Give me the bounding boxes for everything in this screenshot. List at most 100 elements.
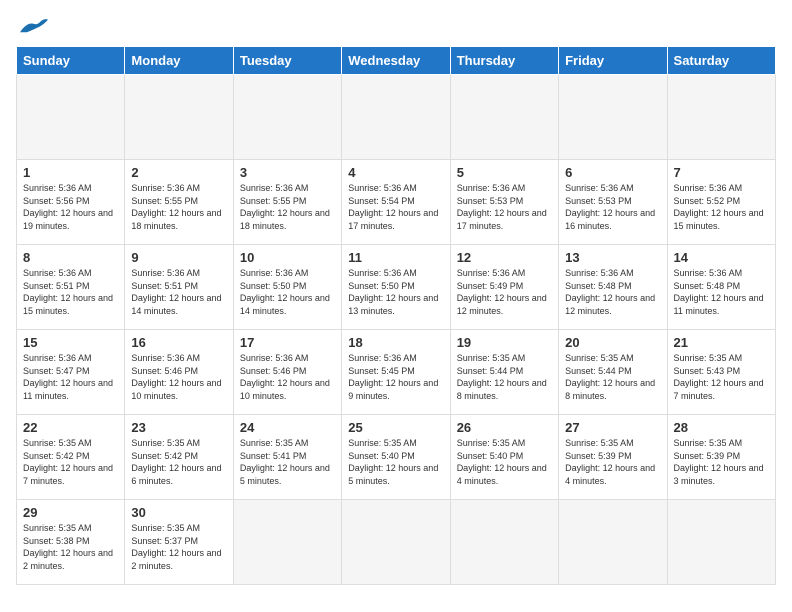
day-number: 20: [565, 335, 660, 350]
day-sun-info: Sunrise: 5:36 AMSunset: 5:54 PMDaylight:…: [348, 182, 443, 232]
day-number: 14: [674, 250, 769, 265]
day-sun-info: Sunrise: 5:36 AMSunset: 5:46 PMDaylight:…: [131, 352, 226, 402]
calendar-week-row: 8 Sunrise: 5:36 AMSunset: 5:51 PMDaylight…: [17, 245, 776, 330]
calendar-day-cell: [125, 75, 233, 160]
day-number: 19: [457, 335, 552, 350]
calendar-day-cell: 9Sunrise: 5:36 AMSunset: 5:51 PMDaylight…: [125, 245, 233, 330]
day-number: 29: [23, 505, 118, 520]
calendar-day-cell: [233, 75, 341, 160]
day-number: 30: [131, 505, 226, 520]
calendar-day-cell: [667, 75, 775, 160]
day-number: 3: [240, 165, 335, 180]
day-sun-info: Sunrise: 5:36 AMSunset: 5:53 PMDaylight:…: [565, 182, 660, 232]
calendar-day-cell: 20 Sunrise: 5:35 AMSunset: 5:44 PMDayligh…: [559, 330, 667, 415]
day-sun-info: Sunrise: 5:36 AMSunset: 5:52 PMDaylight:…: [674, 182, 769, 232]
day-sun-info: Sunrise: 5:36 AMSunset: 5:51 PMDaylight:…: [131, 267, 226, 317]
calendar-header-row: SundayMondayTuesdayWednesdayThursdayFrid…: [17, 47, 776, 75]
day-number: 18: [348, 335, 443, 350]
day-sun-info: Sunrise: 5:35 AMSunset: 5:39 PMDaylight:…: [674, 437, 769, 487]
calendar-day-cell: [450, 75, 558, 160]
calendar-day-cell: [559, 500, 667, 585]
day-number: 13: [565, 250, 660, 265]
day-number: 16: [131, 335, 226, 350]
calendar-day-cell: 10 Sunrise: 5:36 AMSunset: 5:50 PMDayligh…: [233, 245, 341, 330]
calendar-table: SundayMondayTuesdayWednesdayThursdayFrid…: [16, 46, 776, 585]
calendar-day-cell: [559, 75, 667, 160]
day-sun-info: Sunrise: 5:35 AMSunset: 5:39 PMDaylight:…: [565, 437, 660, 487]
day-number: 1: [23, 165, 118, 180]
calendar-week-row: [17, 75, 776, 160]
day-sun-info: Sunrise: 5:36 AMSunset: 5:48 PMDaylight:…: [565, 267, 660, 317]
day-sun-info: Sunrise: 5:35 AMSunset: 5:41 PMDaylight:…: [240, 437, 335, 487]
day-of-week-header: Saturday: [667, 47, 775, 75]
calendar-week-row: 1 Sunrise: 5:36 AMSunset: 5:56 PMDaylight…: [17, 160, 776, 245]
calendar-day-cell: 7Sunrise: 5:36 AMSunset: 5:52 PMDaylight…: [667, 160, 775, 245]
calendar-week-row: 22 Sunrise: 5:35 AMSunset: 5:42 PMDayligh…: [17, 415, 776, 500]
calendar-day-cell: 18Sunrise: 5:36 AMSunset: 5:45 PMDayligh…: [342, 330, 450, 415]
day-of-week-header: Sunday: [17, 47, 125, 75]
day-number: 4: [348, 165, 443, 180]
day-number: 2: [131, 165, 226, 180]
calendar-day-cell: 16 Sunrise: 5:36 AMSunset: 5:46 PMDayligh…: [125, 330, 233, 415]
day-sun-info: Sunrise: 5:36 AMSunset: 5:49 PMDaylight:…: [457, 267, 552, 317]
day-number: 24: [240, 420, 335, 435]
calendar-day-cell: 15Sunrise: 5:36 AMSunset: 5:47 PMDayligh…: [17, 330, 125, 415]
calendar-day-cell: 21Sunrise: 5:35 AMSunset: 5:43 PMDayligh…: [667, 330, 775, 415]
day-number: 5: [457, 165, 552, 180]
calendar-day-cell: 23Sunrise: 5:35 AMSunset: 5:42 PMDayligh…: [125, 415, 233, 500]
day-of-week-header: Friday: [559, 47, 667, 75]
calendar-day-cell: 27 Sunrise: 5:35 AMSunset: 5:39 PMDayligh…: [559, 415, 667, 500]
day-of-week-header: Tuesday: [233, 47, 341, 75]
calendar-day-cell: 30Sunrise: 5:35 AMSunset: 5:37 PMDayligh…: [125, 500, 233, 585]
day-sun-info: Sunrise: 5:36 AMSunset: 5:51 PMDaylight:…: [23, 267, 118, 317]
day-sun-info: Sunrise: 5:35 AMSunset: 5:44 PMDaylight:…: [457, 352, 552, 402]
day-sun-info: Sunrise: 5:35 AMSunset: 5:40 PMDaylight:…: [348, 437, 443, 487]
day-of-week-header: Monday: [125, 47, 233, 75]
calendar-day-cell: [450, 500, 558, 585]
calendar-day-cell: 26Sunrise: 5:35 AMSunset: 5:40 PMDayligh…: [450, 415, 558, 500]
calendar-day-cell: 12 Sunrise: 5:36 AMSunset: 5:49 PMDayligh…: [450, 245, 558, 330]
calendar-day-cell: 19 Sunrise: 5:35 AMSunset: 5:44 PMDayligh…: [450, 330, 558, 415]
calendar-day-cell: [342, 75, 450, 160]
day-sun-info: Sunrise: 5:35 AMSunset: 5:42 PMDaylight:…: [131, 437, 226, 487]
calendar-day-cell: 24 Sunrise: 5:35 AMSunset: 5:41 PMDayligh…: [233, 415, 341, 500]
calendar-day-cell: 17 Sunrise: 5:36 AMSunset: 5:46 PMDayligh…: [233, 330, 341, 415]
day-of-week-header: Wednesday: [342, 47, 450, 75]
day-sun-info: Sunrise: 5:36 AMSunset: 5:56 PMDaylight:…: [23, 182, 118, 232]
calendar-day-cell: 14 Sunrise: 5:36 AMSunset: 5:48 PMDayligh…: [667, 245, 775, 330]
day-sun-info: Sunrise: 5:36 AMSunset: 5:50 PMDaylight:…: [348, 267, 443, 317]
day-number: 8: [23, 250, 118, 265]
calendar-day-cell: 6 Sunrise: 5:36 AMSunset: 5:53 PMDaylight…: [559, 160, 667, 245]
day-of-week-header: Thursday: [450, 47, 558, 75]
calendar-day-cell: 2Sunrise: 5:36 AMSunset: 5:55 PMDaylight…: [125, 160, 233, 245]
calendar-week-row: 15Sunrise: 5:36 AMSunset: 5:47 PMDayligh…: [17, 330, 776, 415]
day-number: 22: [23, 420, 118, 435]
calendar-week-row: 29Sunrise: 5:35 AMSunset: 5:38 PMDayligh…: [17, 500, 776, 585]
calendar-day-cell: 5 Sunrise: 5:36 AMSunset: 5:53 PMDaylight…: [450, 160, 558, 245]
day-number: 27: [565, 420, 660, 435]
calendar-day-cell: 13 Sunrise: 5:36 AMSunset: 5:48 PMDayligh…: [559, 245, 667, 330]
day-sun-info: Sunrise: 5:36 AMSunset: 5:50 PMDaylight:…: [240, 267, 335, 317]
day-sun-info: Sunrise: 5:35 AMSunset: 5:44 PMDaylight:…: [565, 352, 660, 402]
calendar-day-cell: [17, 75, 125, 160]
calendar-day-cell: 22 Sunrise: 5:35 AMSunset: 5:42 PMDayligh…: [17, 415, 125, 500]
day-sun-info: Sunrise: 5:36 AMSunset: 5:48 PMDaylight:…: [674, 267, 769, 317]
day-sun-info: Sunrise: 5:36 AMSunset: 5:55 PMDaylight:…: [240, 182, 335, 232]
day-number: 12: [457, 250, 552, 265]
day-number: 6: [565, 165, 660, 180]
calendar-day-cell: 1 Sunrise: 5:36 AMSunset: 5:56 PMDaylight…: [17, 160, 125, 245]
day-number: 17: [240, 335, 335, 350]
day-sun-info: Sunrise: 5:36 AMSunset: 5:46 PMDaylight:…: [240, 352, 335, 402]
day-number: 21: [674, 335, 769, 350]
calendar-day-cell: 8 Sunrise: 5:36 AMSunset: 5:51 PMDaylight…: [17, 245, 125, 330]
calendar-day-cell: 29Sunrise: 5:35 AMSunset: 5:38 PMDayligh…: [17, 500, 125, 585]
logo-bird-icon: [20, 18, 48, 36]
calendar-day-cell: 28 Sunrise: 5:35 AMSunset: 5:39 PMDayligh…: [667, 415, 775, 500]
calendar-day-cell: 25Sunrise: 5:35 AMSunset: 5:40 PMDayligh…: [342, 415, 450, 500]
day-number: 11: [348, 250, 443, 265]
day-number: 28: [674, 420, 769, 435]
day-number: 10: [240, 250, 335, 265]
day-sun-info: Sunrise: 5:35 AMSunset: 5:40 PMDaylight:…: [457, 437, 552, 487]
day-sun-info: Sunrise: 5:35 AMSunset: 5:42 PMDaylight:…: [23, 437, 118, 487]
day-sun-info: Sunrise: 5:36 AMSunset: 5:53 PMDaylight:…: [457, 182, 552, 232]
